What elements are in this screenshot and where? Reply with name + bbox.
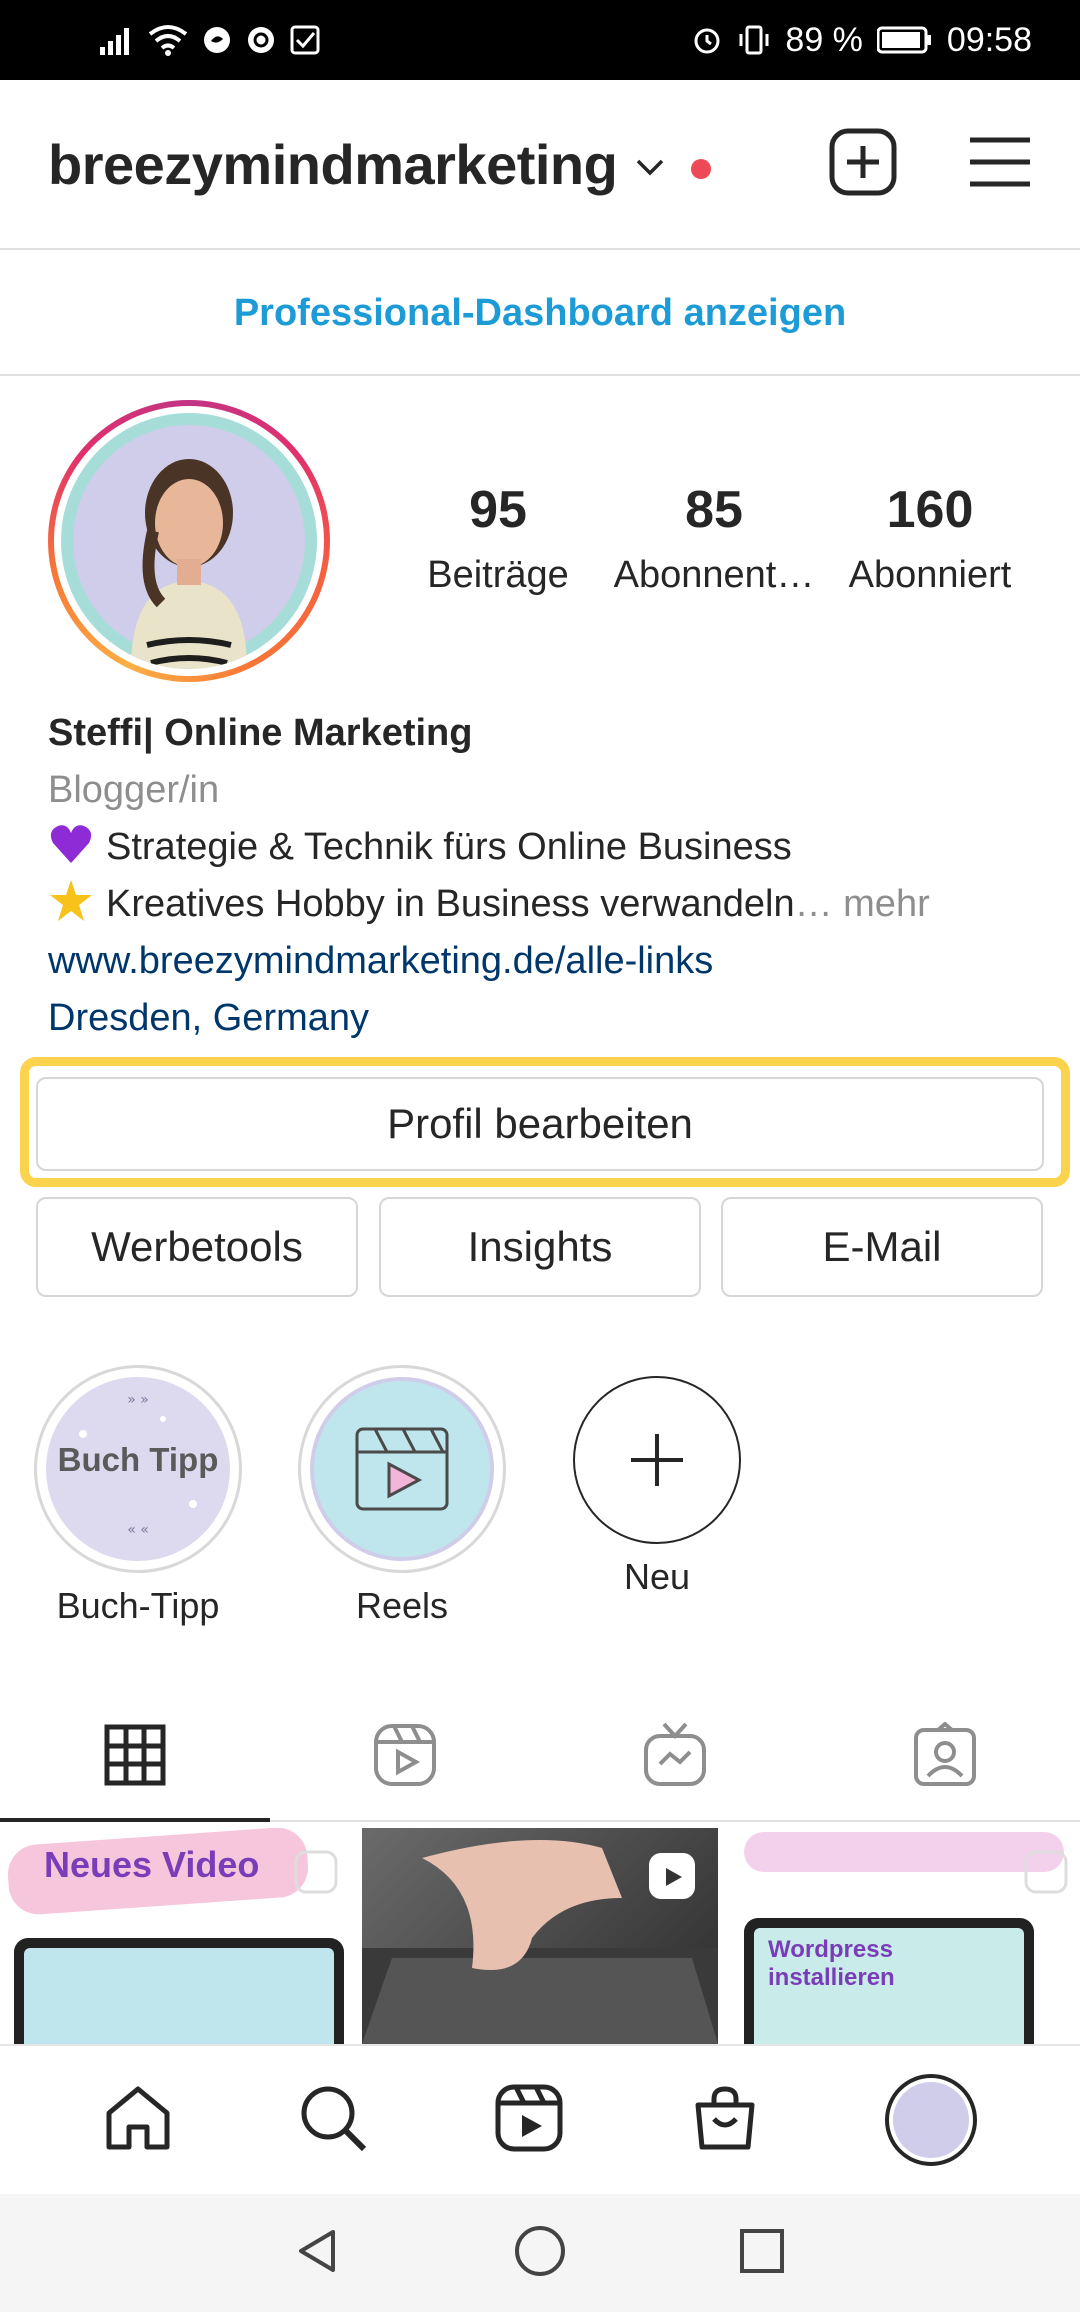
- reel-indicator-icon: [1024, 1850, 1068, 1899]
- profile-avatar[interactable]: [48, 400, 330, 682]
- home-icon[interactable]: [103, 2083, 173, 2158]
- svg-text:« «: « «: [127, 1522, 149, 1538]
- avatar: [893, 2082, 970, 2158]
- sync-icon: [246, 20, 276, 60]
- profile-bio: Steffi| Online Marketing Blogger/in Stra…: [48, 705, 1038, 1047]
- grid-post-title: Wordpress installieren: [768, 1936, 895, 1991]
- create-post-icon[interactable]: [828, 127, 898, 202]
- tab-reels[interactable]: [270, 1690, 540, 1820]
- app-notification-icon: [202, 20, 232, 60]
- add-highlight-button[interactable]: [573, 1376, 741, 1544]
- chevron-down-icon[interactable]: [635, 157, 665, 182]
- avatar-portrait: [131, 459, 247, 669]
- grid-post[interactable]: [362, 1828, 718, 2044]
- checkbox-icon: [290, 20, 320, 60]
- clock: 09:58: [946, 20, 1032, 59]
- status-right-icons: 89 % 09:58: [691, 20, 1032, 60]
- buch-tipp-cover-text: Buch Tipp: [57, 1441, 219, 1478]
- grid-post-title: Neues Video: [44, 1844, 260, 1885]
- reel-indicator-icon: [646, 1850, 698, 1907]
- profile-nav-avatar[interactable]: [885, 2074, 978, 2166]
- alarm-icon: [691, 20, 723, 60]
- stat-posts-label: Beiträge: [427, 554, 569, 596]
- stat-followers-label: Abonnent…: [613, 554, 815, 596]
- ad-tools-button[interactable]: Werbetools: [36, 1197, 358, 1297]
- highlight-label: Buch-Tipp: [56, 1585, 220, 1626]
- tab-posts-grid[interactable]: [0, 1690, 270, 1822]
- glowing-star-icon: [48, 878, 94, 924]
- svg-text:» »: » »: [127, 1392, 149, 1408]
- profile-tabs: [0, 1690, 1080, 1822]
- shop-icon[interactable]: [690, 2083, 760, 2158]
- grid-icon: [104, 1724, 166, 1786]
- status-bar: 89 % 09:58: [0, 0, 1080, 80]
- grid-post[interactable]: Wordpress installieren: [724, 1828, 1080, 2044]
- back-icon[interactable]: [293, 2226, 343, 2281]
- stat-posts-count: 95: [469, 481, 527, 539]
- tagged-user-icon: [914, 1722, 976, 1786]
- location-link[interactable]: Dresden, Germany: [48, 990, 1038, 1047]
- system-navigation: [0, 2194, 1080, 2312]
- highlight-buch-tipp[interactable]: » » « « Buch Tipp Buch-Tipp: [34, 1365, 242, 1627]
- menu-icon[interactable]: [968, 134, 1032, 195]
- reels-icon: [374, 1724, 436, 1786]
- battery-icon: [876, 20, 933, 60]
- profile-category: Blogger/in: [48, 769, 220, 811]
- more-link[interactable]: … mehr: [795, 883, 930, 925]
- status-left-icons: [100, 20, 320, 60]
- igtv-icon: [644, 1722, 706, 1786]
- tab-tagged[interactable]: [810, 1690, 1080, 1820]
- stat-following-label: Abonniert: [848, 554, 1012, 596]
- stat-followers[interactable]: 85 Abonnent…: [606, 480, 822, 597]
- profile-stats: 95 Beiträge 85 Abonnent… 160 Abonniert: [390, 480, 1040, 597]
- plus-icon: [631, 1434, 683, 1486]
- website-link[interactable]: www.breezymindmarketing.de/alle-links: [48, 933, 1038, 990]
- grid-post[interactable]: Neues Video: [0, 1828, 356, 2044]
- avatar-photo: [61, 413, 317, 669]
- bio-line-1: Strategie & Technik fürs Online Business: [48, 819, 1038, 876]
- reels-cover-icon: [310, 1377, 494, 1561]
- posts-grid: Neues Video Wordpress installieren: [0, 1828, 1080, 2044]
- highlight-reels[interactable]: Reels: [298, 1365, 506, 1627]
- insights-button[interactable]: Insights: [379, 1197, 701, 1297]
- header-actions: [828, 127, 1032, 202]
- stat-followers-count: 85: [685, 481, 743, 539]
- display-name: Steffi| Online Marketing: [48, 712, 473, 754]
- email-button[interactable]: E-Mail: [721, 1197, 1043, 1297]
- stat-following[interactable]: 160 Abonniert: [822, 480, 1038, 597]
- signal-icon: [100, 20, 134, 60]
- bio-line-2: Kreatives Hobby in Business verwandeln… …: [48, 876, 1038, 933]
- vibrate-icon: [737, 20, 771, 60]
- purple-heart-icon: [48, 821, 94, 867]
- reels-nav-icon[interactable]: [494, 2083, 564, 2158]
- wifi-icon: [148, 20, 188, 60]
- stat-following-count: 160: [886, 481, 974, 539]
- highlight-label: Reels: [355, 1585, 449, 1626]
- reel-indicator-icon: [294, 1850, 338, 1899]
- home-circle-icon[interactable]: [513, 2224, 567, 2283]
- battery-percent: 89 %: [785, 20, 863, 59]
- bio-line-2-text: Kreatives Hobby in Business verwandeln: [106, 883, 795, 925]
- edit-profile-button[interactable]: Profil bearbeiten: [36, 1077, 1044, 1171]
- notification-dot: [691, 159, 712, 179]
- profile-header: breezymindmarketing: [0, 80, 1080, 250]
- professional-dashboard-link[interactable]: Professional-Dashboard anzeigen: [0, 252, 1080, 376]
- recents-square-icon[interactable]: [737, 2226, 787, 2281]
- highlight-new[interactable]: Neu: [562, 1376, 752, 1598]
- stat-posts[interactable]: 95 Beiträge: [390, 480, 606, 597]
- search-icon[interactable]: [298, 2083, 368, 2158]
- highlight-label: Neu: [623, 1556, 691, 1597]
- username-switcher[interactable]: breezymindmarketing: [48, 132, 618, 197]
- tab-igtv[interactable]: [540, 1690, 810, 1820]
- bottom-navigation: [0, 2044, 1080, 2194]
- bio-line-1-text: Strategie & Technik fürs Online Business: [106, 826, 792, 868]
